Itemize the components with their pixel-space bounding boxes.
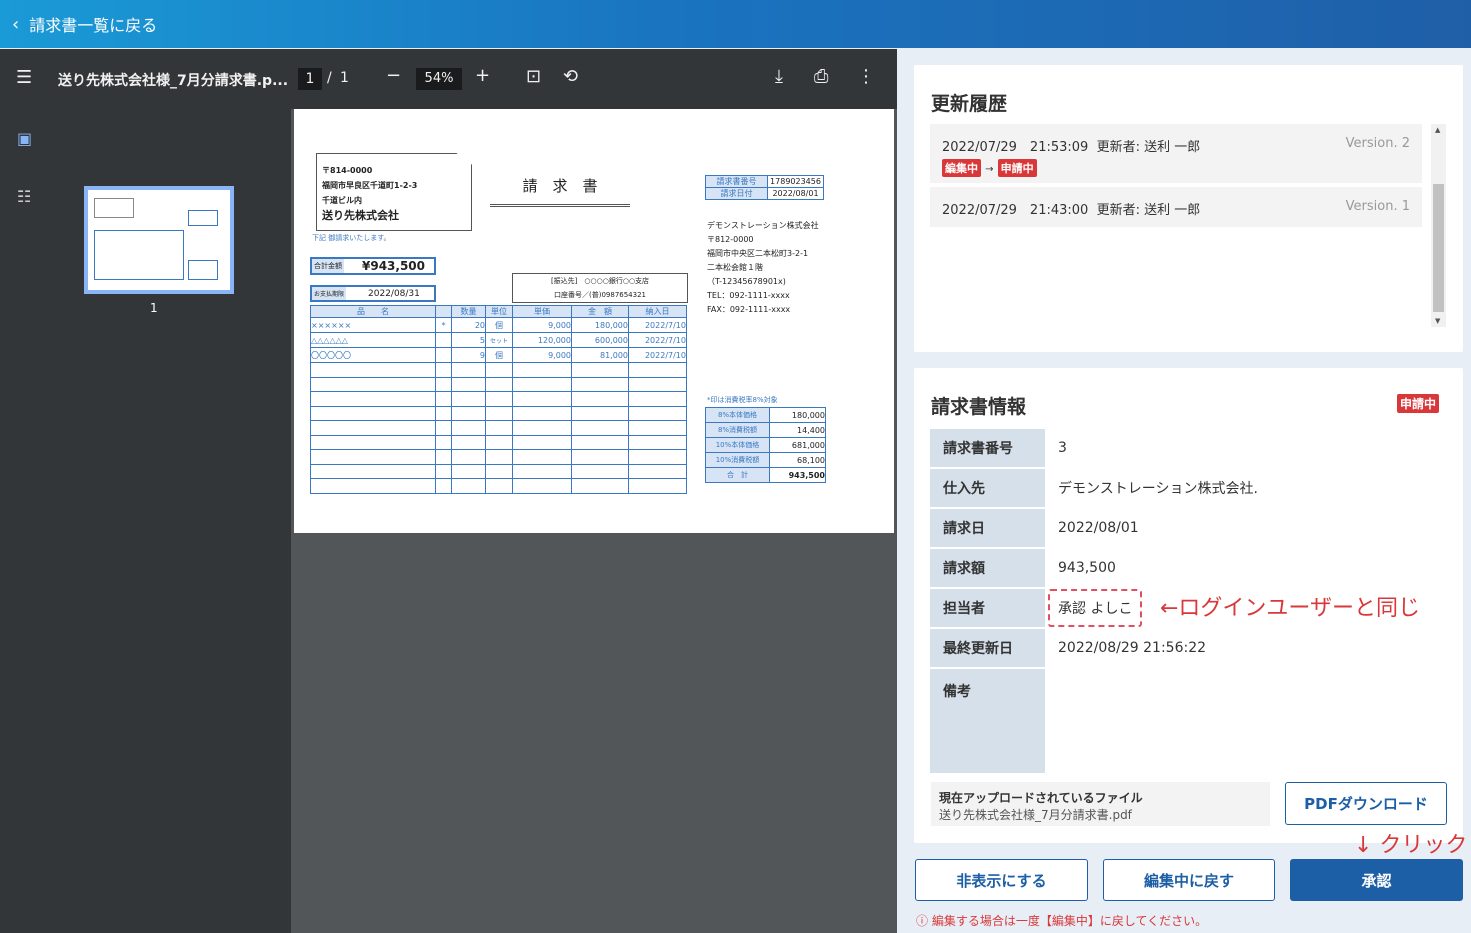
history-updater: 更新者: 送利 一郎 — [1096, 140, 1201, 155]
history-version: Version. 2 — [1345, 136, 1410, 151]
account-info: 口座番号／(普)0987654321 — [554, 291, 646, 299]
invoice-date: 2022/08/01 — [1058, 520, 1139, 536]
thumbnail-number: 1 — [150, 301, 158, 315]
sender-block: デモンストレーション株式会社 〒812-0000 福岡市中央区二本松町3-2-1 二本… — [707, 221, 819, 314]
annotation-text: ←ログインユーザーと同じ — [1160, 596, 1420, 621]
approve-button[interactable]: 承認 — [1290, 859, 1463, 901]
history-item: 2022/07/29 21:43:00 更新者: 送利 一郎 Version. … — [930, 187, 1422, 227]
total-label: 合計金額 — [312, 259, 344, 273]
invoice-note: 下記 御請求いたします。 — [312, 234, 391, 242]
thumbnail-sidebar: ▣ ☷ 1 — [0, 109, 291, 933]
arrow: → — [985, 164, 994, 175]
info-title: 請求書情報 — [931, 396, 1027, 418]
zoom-in-icon[interactable]: + — [475, 65, 490, 86]
revert-button[interactable]: 編集中に戻す — [1103, 859, 1275, 901]
pdf-download-button[interactable]: PDFダウンロード — [1285, 782, 1447, 825]
zoom-out-icon[interactable]: − — [386, 65, 401, 86]
invoice-title: 請 求 書 — [490, 175, 630, 207]
invoice-number: 3 — [1058, 440, 1067, 456]
info-label: 請求書番号 — [930, 429, 1045, 467]
page-separator: / — [327, 70, 332, 86]
image-icon[interactable]: ▣ — [17, 129, 32, 148]
rotate-icon[interactable]: ⟲ — [563, 66, 578, 87]
click-annotation: ↓ クリック — [1354, 833, 1468, 858]
status-badge: 編集中 — [942, 159, 981, 177]
history-scrollbar[interactable]: ▲ ▼ — [1431, 124, 1446, 327]
zoom-input[interactable]: 54% — [416, 68, 462, 90]
history-version: Version. 1 — [1345, 199, 1410, 214]
more-icon[interactable]: ⋮ — [857, 66, 875, 87]
address-line2: 千道ビル内 — [322, 196, 362, 205]
info-label: 担当者 — [930, 589, 1045, 627]
invoice-meta: 請求書番号 1789023456 請求日付 2022/08/01 — [705, 175, 824, 200]
tax-note: *印は消費税率8%対象 — [707, 396, 778, 404]
chevron-left-icon: ‹ — [12, 13, 20, 35]
back-label: 請求書一覧に戻る — [29, 16, 158, 35]
info-label: 仕入先 — [930, 469, 1045, 507]
back-link[interactable]: ‹ 請求書一覧に戻る — [0, 0, 1471, 48]
scroll-up-icon[interactable]: ▲ — [1435, 126, 1440, 134]
pdf-viewer: ☰ 送り先株式会社様_7月分請求書.p... 1 / 1 − 54% + ⊡ ⟲… — [0, 49, 897, 933]
history-item: 2022/07/29 21:53:09 更新者: 送利 一郎 Version. … — [930, 124, 1422, 183]
page-thumbnail[interactable] — [84, 186, 234, 294]
history-date: 2022/07/29 21:43:00 — [942, 203, 1089, 218]
file-label: 現在アップロードされているファイル — [939, 791, 1143, 805]
last-updated: 2022/08/29 21:56:22 — [1058, 640, 1207, 656]
pay-date: 2022/08/31 — [368, 288, 420, 299]
info-label: 備考 — [930, 669, 1045, 773]
pdf-toolbar: ☰ 送り先株式会社様_7月分請求書.p... 1 / 1 − 54% + ⊡ ⟲… — [0, 49, 897, 109]
outline-icon[interactable]: ☷ — [17, 187, 31, 206]
file-name: 送り先株式会社様_7月分請求書.pdf — [939, 808, 1132, 822]
print-icon[interactable]: ⎙ — [814, 66, 828, 87]
info-label: 請求日 — [930, 509, 1045, 547]
fit-page-icon[interactable]: ⊡ — [526, 66, 541, 87]
info-label: 請求額 — [930, 549, 1045, 587]
hide-button[interactable]: 非表示にする — [915, 859, 1088, 901]
history-date: 2022/07/29 21:53:09 — [942, 140, 1089, 155]
page-input[interactable]: 1 — [298, 68, 322, 90]
warning-text: ⓘ 編集する場合は一度【編集中】に戻してください。 — [916, 914, 1208, 928]
page-total: 1 — [340, 70, 349, 86]
remarks — [1045, 669, 1445, 773]
pay-label: お支払期限 — [312, 287, 347, 300]
invoice-amount: 943,500 — [1058, 560, 1116, 576]
summary-table: 8%本体価格 180,000 8%消費税額 14,400 10%本体価格 681,00… — [705, 407, 826, 483]
history-title: 更新履歴 — [931, 93, 1008, 115]
bank-info: [振込先] ○○○○銀行○○支店 — [550, 277, 650, 285]
scroll-down-icon[interactable]: ▼ — [1435, 317, 1440, 325]
address-line1: 福岡市早良区千道町1-2-3 — [322, 181, 418, 190]
file-box: 現在アップロードされているファイル 送り先株式会社様_7月分請求書.pdf — [931, 782, 1270, 826]
table-row: ×××××× * 20 個 9,000 180,000 2022/7/10 — [310, 317, 687, 333]
info-label: 最終更新日 — [930, 629, 1045, 667]
table-row: 〇〇〇〇〇 9 個 9,000 81,000 2022/7/10 — [310, 347, 687, 363]
recipient-name: 送り先株式会社 — [322, 209, 399, 222]
invoice-page: 〒814-0000 福岡市早良区千道町1-2-3 千道ビル内 送り先株式会社 請… — [294, 109, 894, 533]
menu-icon[interactable]: ☰ — [16, 67, 32, 88]
pdf-filename: 送り先株式会社様_7月分請求書.p... — [58, 73, 289, 89]
status-badge: 申請中 — [1397, 394, 1440, 413]
total-amount: ¥943,500 — [362, 259, 426, 273]
table-row: △△△△△△ 5 セット 120,000 600,000 2022/7/10 — [310, 332, 687, 348]
postal-code: 〒814-0000 — [322, 166, 373, 175]
status-badge: 申請中 — [997, 159, 1037, 177]
recipient-address: 〒814-0000 福岡市早良区千道町1-2-3 千道ビル内 送り先株式会社 — [322, 163, 417, 223]
history-updater: 更新者: 送利 一郎 — [1096, 203, 1201, 218]
assignee: 承認 よしこ — [1048, 589, 1143, 627]
download-icon[interactable]: ⤓ — [775, 66, 783, 87]
supplier: デモンストレーション株式会社. — [1058, 481, 1258, 497]
items-table: 品 名数量 単位 単価金 額納入日 ×××××× * 20 個 9,000 180,000 20… — [310, 305, 687, 494]
